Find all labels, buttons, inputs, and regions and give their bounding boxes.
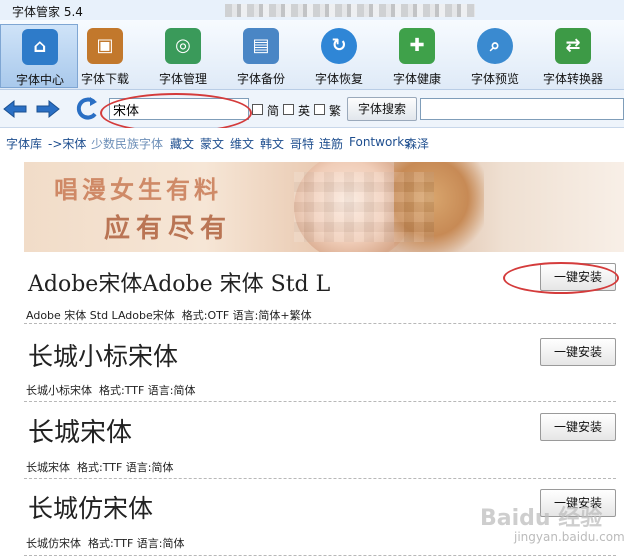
font-name: 长城仿宋体: [26, 537, 81, 550]
banner-pixelation: [294, 172, 434, 242]
font-meta: Adobe 宋体 Std LAdobe宋体 格式:OTF 语言:简体+繁体: [26, 307, 312, 323]
toolbar-label: 字体健康: [392, 72, 441, 86]
category-link[interactable]: 韩文: [260, 135, 284, 152]
toolbar-item-font-manage[interactable]: ◎ 字体管理: [144, 24, 222, 88]
document-backup-icon: ▤: [243, 28, 279, 64]
font-format: 格式:TTF: [99, 384, 145, 397]
toolbar-label: 字体预览: [470, 72, 519, 86]
checkbox-english-label: 英: [298, 104, 311, 118]
banner-text-line2: 应有尽有: [104, 214, 233, 244]
blurred-title-area: [225, 4, 475, 17]
checkbox-english[interactable]: [283, 104, 294, 115]
font-meta: 长城宋体 格式:TTF 语言:简体: [26, 459, 174, 475]
font-format: 格式:TTF: [88, 537, 134, 550]
toolbar-label: 字体下载: [80, 72, 129, 86]
category-link[interactable]: Fontworks: [349, 135, 410, 149]
category-link[interactable]: ->宋体: [48, 135, 86, 152]
search-bar: 简 英 繁 字体搜索: [0, 90, 624, 128]
font-name: 长城宋体: [26, 461, 70, 474]
back-arrow-icon[interactable]: [3, 99, 27, 119]
install-button[interactable]: 一键安装: [540, 413, 616, 441]
font-language: 语言:简体+繁体: [232, 309, 312, 322]
category-link[interactable]: 蒙文: [200, 135, 224, 152]
convert-icon: ⇄: [555, 28, 591, 64]
banner-text-line1: 唱漫女生有料: [54, 176, 222, 204]
font-name: 长城小标宋体: [26, 384, 92, 397]
download-box-icon: ▣: [87, 28, 123, 64]
toolbar-item-font-converter[interactable]: ⇄ 字体转换器: [534, 24, 612, 88]
install-button[interactable]: 一键安装: [540, 338, 616, 366]
font-meta: 长城仿宋体 格式:TTF 语言:简体: [26, 535, 185, 551]
secondary-input[interactable]: [420, 98, 624, 120]
toolbar-label: 字体转换器: [542, 72, 603, 86]
font-search-button[interactable]: 字体搜索: [347, 97, 417, 121]
checkbox-simplified[interactable]: [252, 104, 263, 115]
font-meta: 长城小标宋体 格式:TTF 语言:简体: [26, 382, 196, 398]
font-list-item: 长城宋体 一键安装 长城宋体 格式:TTF 语言:简体: [24, 404, 616, 479]
install-button[interactable]: 一键安装: [540, 263, 616, 291]
font-sample: 长城小标宋体: [28, 342, 179, 371]
toolbar-item-font-backup[interactable]: ▤ 字体备份: [222, 24, 300, 88]
font-list-item: 长城小标宋体 一键安装 长城小标宋体 格式:TTF 语言:简体: [24, 327, 616, 402]
advertisement-banner[interactable]: 唱漫女生有料 应有尽有: [24, 162, 624, 252]
refresh-icon[interactable]: [74, 94, 100, 124]
watermark-url: jingyan.baidu.com: [514, 530, 624, 544]
main-toolbar: ⌂ 字体中心 ▣ 字体下载 ◎ 字体管理 ▤ 字体备份 ↻ 字体恢复 ✚ 字体健…: [0, 20, 624, 90]
magnifier-icon: ⌕: [477, 28, 513, 64]
font-sample: 长城宋体: [28, 418, 133, 448]
category-link[interactable]: 哥特: [290, 135, 314, 152]
document-manage-icon: ◎: [165, 28, 201, 64]
home-icon: ⌂: [22, 29, 58, 65]
font-name: Adobe 宋体 Std LAdobe宋体: [26, 309, 175, 322]
toolbar-label: 字体恢复: [314, 72, 363, 86]
toolbar-item-font-preview[interactable]: ⌕ 字体预览: [456, 24, 534, 88]
category-link[interactable]: 藏文: [170, 135, 194, 152]
checkbox-traditional[interactable]: [314, 104, 325, 115]
toolbar-label: 字体管理: [158, 72, 207, 86]
font-language: 语言:简体: [147, 384, 196, 397]
category-link[interactable]: 字体库: [6, 135, 42, 152]
globe-refresh-icon: ↻: [321, 28, 357, 64]
title-bar: 字体管家 5.4: [0, 0, 624, 20]
toolbar-item-font-health[interactable]: ✚ 字体健康: [378, 24, 456, 88]
font-sample: 长城仿宋体: [28, 494, 154, 523]
toolbar-item-font-download[interactable]: ▣ 字体下载: [66, 24, 144, 88]
first-aid-kit-icon: ✚: [399, 28, 435, 64]
font-format: 格式:OTF: [181, 309, 230, 322]
font-format: 格式:TTF: [77, 461, 123, 474]
forward-arrow-icon[interactable]: [36, 99, 60, 119]
category-bar: 字体库 ->宋体 少数民族字体 藏文 蒙文 维文 韩文 哥特 连筋 Fontwo…: [0, 128, 624, 156]
toolbar-label: 字体备份: [236, 72, 285, 86]
font-language: 语言:简体: [136, 537, 185, 550]
category-link[interactable]: 连筋: [319, 135, 343, 152]
baidu-watermark: Baidu 经验 jingyan.baidu.com: [480, 500, 624, 544]
checkbox-simplified-label: 简: [267, 104, 280, 118]
checkbox-traditional-label: 繁: [329, 104, 342, 118]
font-sample: Adobe宋体Adobe 宋体 Std L: [28, 272, 331, 297]
app-title: 字体管家 5.4: [12, 5, 83, 19]
font-list-item: Adobe宋体Adobe 宋体 Std L 一键安装 Adobe 宋体 Std …: [24, 258, 616, 324]
font-language: 语言:简体: [125, 461, 174, 474]
toolbar-item-font-restore[interactable]: ↻ 字体恢复: [300, 24, 378, 88]
watermark-text: Baidu 经验: [480, 506, 603, 531]
category-link[interactable]: 维文: [230, 135, 254, 152]
category-link[interactable]: 森泽: [405, 135, 429, 152]
category-link[interactable]: 少数民族字体: [91, 135, 163, 152]
search-input[interactable]: [109, 98, 249, 120]
